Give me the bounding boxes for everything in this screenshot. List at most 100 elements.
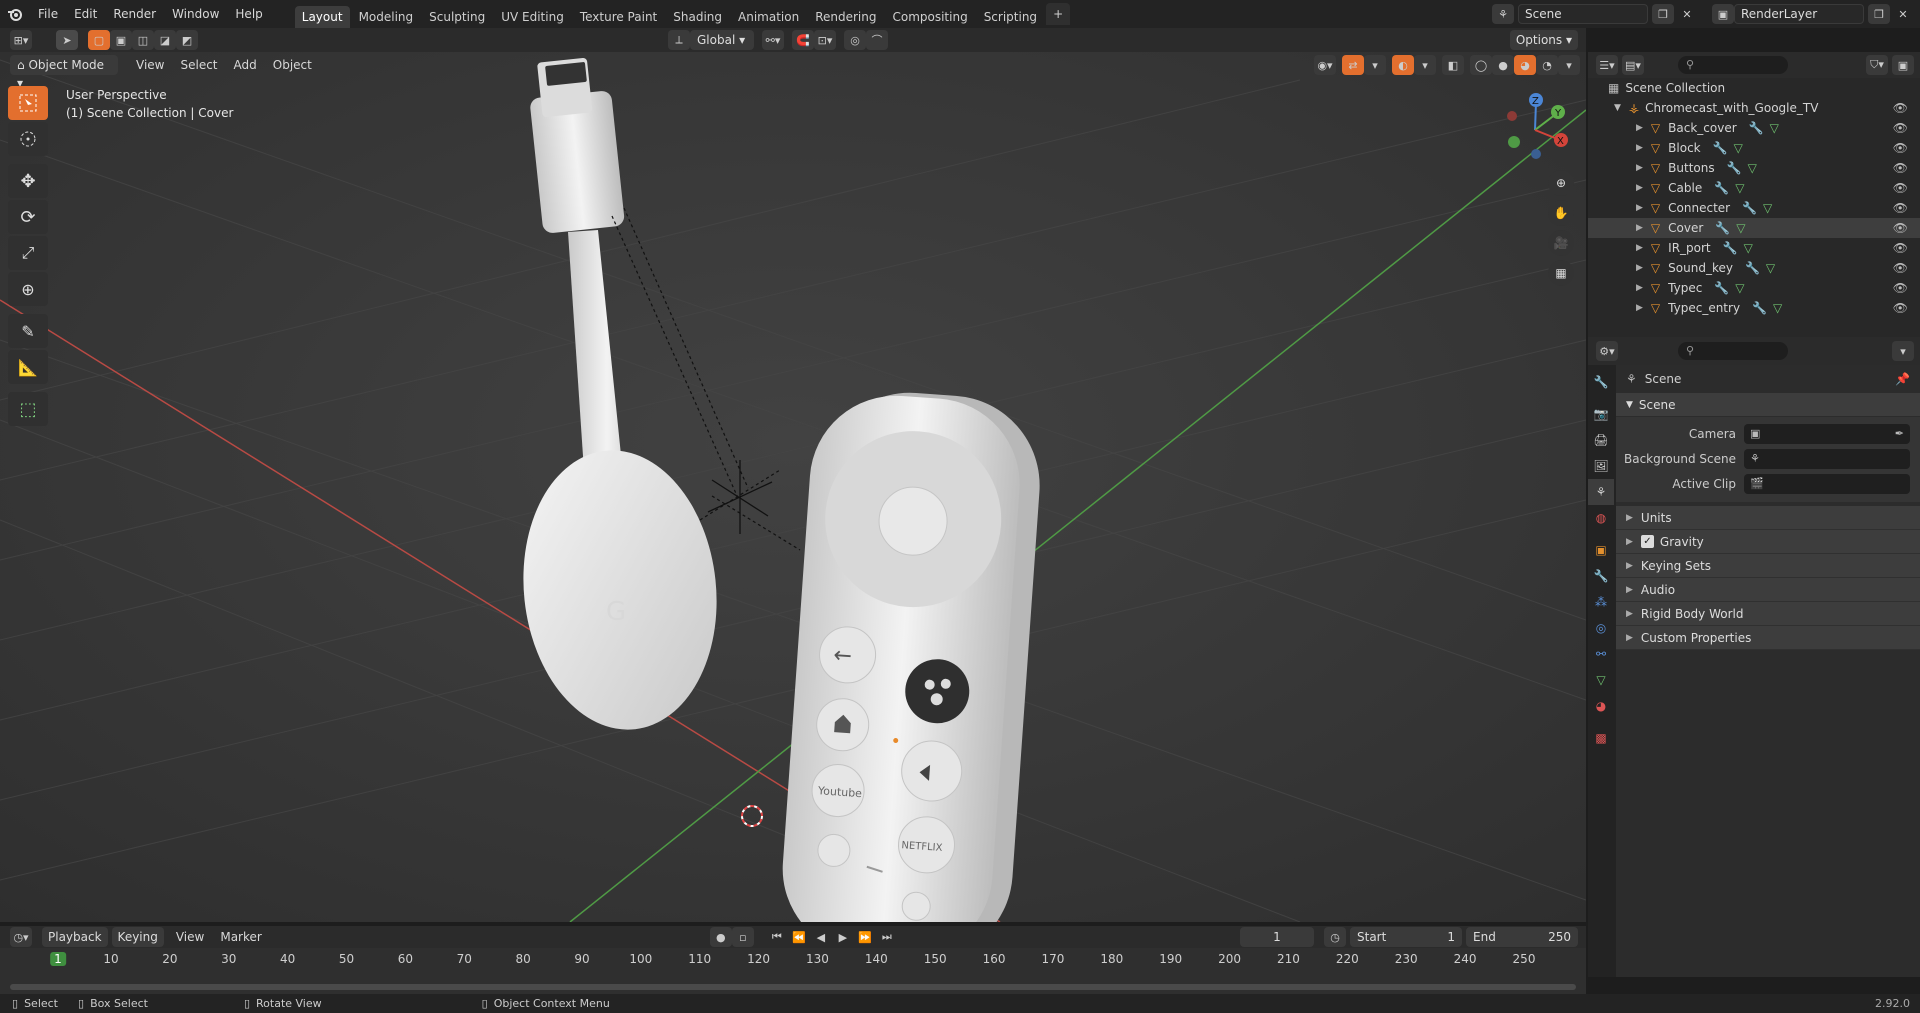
tab-scripting[interactable]: Scripting	[977, 6, 1044, 28]
viewport-menu-object[interactable]: Object	[265, 54, 320, 76]
prev-keyframe-icon[interactable]: ⏪	[788, 927, 810, 947]
subpanel-audio[interactable]: ▶ Audio	[1616, 578, 1920, 602]
view-layer-field[interactable]: RenderLayer	[1734, 4, 1864, 24]
transform-orientation-icon[interactable]: ⟂	[668, 30, 690, 50]
subpanel-custom-properties[interactable]: ▶ Custom Properties	[1616, 626, 1920, 650]
mesh-data-icon[interactable]: ▽	[1766, 261, 1775, 275]
timeline-menu-playback[interactable]: Playback	[42, 927, 108, 947]
rendered-shading-icon[interactable]: ◔	[1536, 55, 1558, 75]
modifier-wrench-icon[interactable]: 🔧	[1714, 281, 1729, 295]
viewport-menu-add[interactable]: Add	[226, 54, 265, 76]
tool-tab-icon[interactable]: 🔧	[1588, 369, 1614, 395]
subpanel-units[interactable]: ▶ Units	[1616, 506, 1920, 530]
filter-icon[interactable]: ⛉▾	[1866, 55, 1888, 75]
jump-start-icon[interactable]: ⏮	[766, 927, 788, 947]
expand-arrow-icon[interactable]: ▶	[1636, 243, 1643, 253]
tab-uv-editing[interactable]: UV Editing	[494, 6, 571, 28]
ortho-grid-icon[interactable]: ▦	[1548, 260, 1574, 286]
visibility-eye-icon[interactable]: 👁	[1893, 181, 1908, 195]
snap-target-icon[interactable]: ⊡▾	[814, 30, 836, 50]
cursor-tool[interactable]	[8, 122, 48, 156]
gizmo-dropdown-icon[interactable]: ▾	[1364, 55, 1386, 75]
gizmo-toggle-icon[interactable]: ⇄	[1342, 55, 1364, 75]
transform-orientation-dropdown[interactable]: Global ▾	[690, 30, 754, 50]
object-mode-dropdown[interactable]: ⌂ Object Mode ▾	[10, 55, 118, 90]
move-tool[interactable]: ✥	[8, 164, 48, 198]
jump-end-icon[interactable]: ⏭	[876, 927, 898, 947]
modifier-wrench-icon[interactable]: 🔧	[1713, 141, 1728, 155]
measure-tool[interactable]: 📐	[8, 350, 48, 384]
menu-render[interactable]: Render	[105, 0, 164, 28]
visibility-eye-icon[interactable]: 👁	[1893, 141, 1908, 155]
solid-shading-icon[interactable]: ●	[1492, 55, 1514, 75]
overlay-dropdown-icon[interactable]: ▾	[1414, 55, 1436, 75]
tab-texture-paint[interactable]: Texture Paint	[573, 6, 664, 28]
expand-arrow-icon[interactable]: ▶	[1636, 303, 1643, 313]
menu-help[interactable]: Help	[227, 0, 270, 28]
material-tab-icon[interactable]: ◕	[1588, 693, 1614, 719]
modifier-wrench-icon[interactable]: 🔧	[1714, 181, 1729, 195]
viewport-menu-select[interactable]: Select	[172, 54, 225, 76]
outliner-item-connecter[interactable]: ▶ ▽ Connecter 🔧 ▽ 👁	[1588, 198, 1920, 218]
visibility-eye-icon[interactable]: 👁	[1893, 301, 1908, 315]
timeline-area[interactable]: 1 10 20 30 40 50 60 70 80 90 100 110 120 130 140 150 160…	[0, 948, 1586, 994]
transform-tool[interactable]: ⊕	[8, 272, 48, 306]
outliner-item-ir_port[interactable]: ▶ ▽ IR_port 🔧 ▽ 👁	[1588, 238, 1920, 258]
expand-arrow-icon[interactable]: ▼	[1614, 103, 1621, 113]
tab-modeling[interactable]: Modeling	[352, 6, 421, 28]
timeline-editor-type-icon[interactable]: ◷▾	[10, 927, 32, 947]
properties-editor-type-icon[interactable]: ⚙▾	[1596, 341, 1618, 361]
expand-arrow-icon[interactable]: ▶	[1636, 223, 1643, 233]
tab-shading[interactable]: Shading	[666, 6, 729, 28]
play-reverse-icon[interactable]: ◀	[810, 927, 832, 947]
object-tab-icon[interactable]: ▣	[1588, 537, 1614, 563]
view-layer-tab-icon[interactable]: 🖼	[1588, 453, 1614, 479]
expand-arrow-icon[interactable]: ▶	[1636, 163, 1643, 173]
menu-file[interactable]: File	[30, 0, 66, 28]
pin-icon[interactable]: 📌	[1895, 372, 1910, 386]
modifier-wrench-icon[interactable]: 🔧	[1723, 241, 1738, 255]
mesh-data-icon[interactable]: ▽	[1770, 121, 1779, 135]
record-keyframes-icon[interactable]: ●	[709, 927, 732, 947]
timeline-menu-view[interactable]: View	[168, 926, 212, 948]
visibility-eye-icon[interactable]: 👁	[1893, 201, 1908, 215]
add-cube-tool[interactable]: ⬚	[8, 392, 48, 426]
add-workspace-button[interactable]: +	[1046, 3, 1071, 25]
select-box-tool[interactable]	[8, 86, 48, 120]
gravity-checkbox[interactable]: ✓	[1640, 535, 1654, 548]
timeline-scrollbar[interactable]	[10, 984, 1576, 990]
next-keyframe-icon[interactable]: ⏩	[854, 927, 876, 947]
expand-arrow-icon[interactable]: ▶	[1636, 203, 1643, 213]
navigation-gizmo[interactable]: Z Y X	[1500, 90, 1570, 160]
background-scene-field[interactable]: ⚘	[1744, 448, 1910, 469]
end-frame-field[interactable]: End 250	[1466, 927, 1578, 947]
tab-compositing[interactable]: Compositing	[885, 6, 974, 28]
new-collection-icon[interactable]: ▣	[1892, 55, 1914, 75]
tab-animation[interactable]: Animation	[731, 6, 806, 28]
modifier-wrench-icon[interactable]: 🔧	[1745, 261, 1760, 275]
scene-panel-header[interactable]: ▼ Scene	[1616, 393, 1920, 417]
outliner-item-buttons[interactable]: ▶ ▽ Buttons 🔧 ▽ 👁	[1588, 158, 1920, 178]
expand-arrow-icon[interactable]: ▶	[1636, 183, 1643, 193]
new-view-layer-icon[interactable]: ❐	[1868, 4, 1890, 24]
modifier-tab-icon[interactable]: 🔧	[1588, 563, 1614, 589]
shading-dropdown-icon[interactable]: ▾	[1558, 55, 1580, 75]
scene-name-field[interactable]: Scene	[1518, 4, 1648, 24]
auto-keying-icon[interactable]: ▫	[731, 927, 754, 947]
new-scene-icon[interactable]: ❐	[1652, 4, 1674, 24]
select-mode-extend-icon[interactable]: ▣	[110, 30, 132, 50]
scene-collection-row[interactable]: ▦ Scene Collection	[1588, 78, 1920, 98]
mesh-data-icon[interactable]: ▽	[1748, 161, 1757, 175]
visibility-eye-icon[interactable]: 👁	[1893, 101, 1908, 115]
tab-sculpting[interactable]: Sculpting	[422, 6, 492, 28]
active-clip-field[interactable]: 🎬	[1744, 473, 1910, 494]
expand-arrow-icon[interactable]: ▶	[1636, 263, 1643, 273]
select-mode-invert-icon[interactable]: ◪	[154, 30, 176, 50]
mesh-data-icon[interactable]: ▽	[1735, 281, 1744, 295]
start-frame-field[interactable]: Start 1	[1350, 927, 1462, 947]
visibility-eye-icon[interactable]: 👁	[1893, 121, 1908, 135]
select-mode-new-icon[interactable]: ▢	[88, 30, 110, 50]
wireframe-shading-icon[interactable]: ◯	[1470, 55, 1492, 75]
texture-tab-icon[interactable]: ▩	[1588, 725, 1614, 751]
world-tab-icon[interactable]: ◍	[1588, 505, 1614, 531]
